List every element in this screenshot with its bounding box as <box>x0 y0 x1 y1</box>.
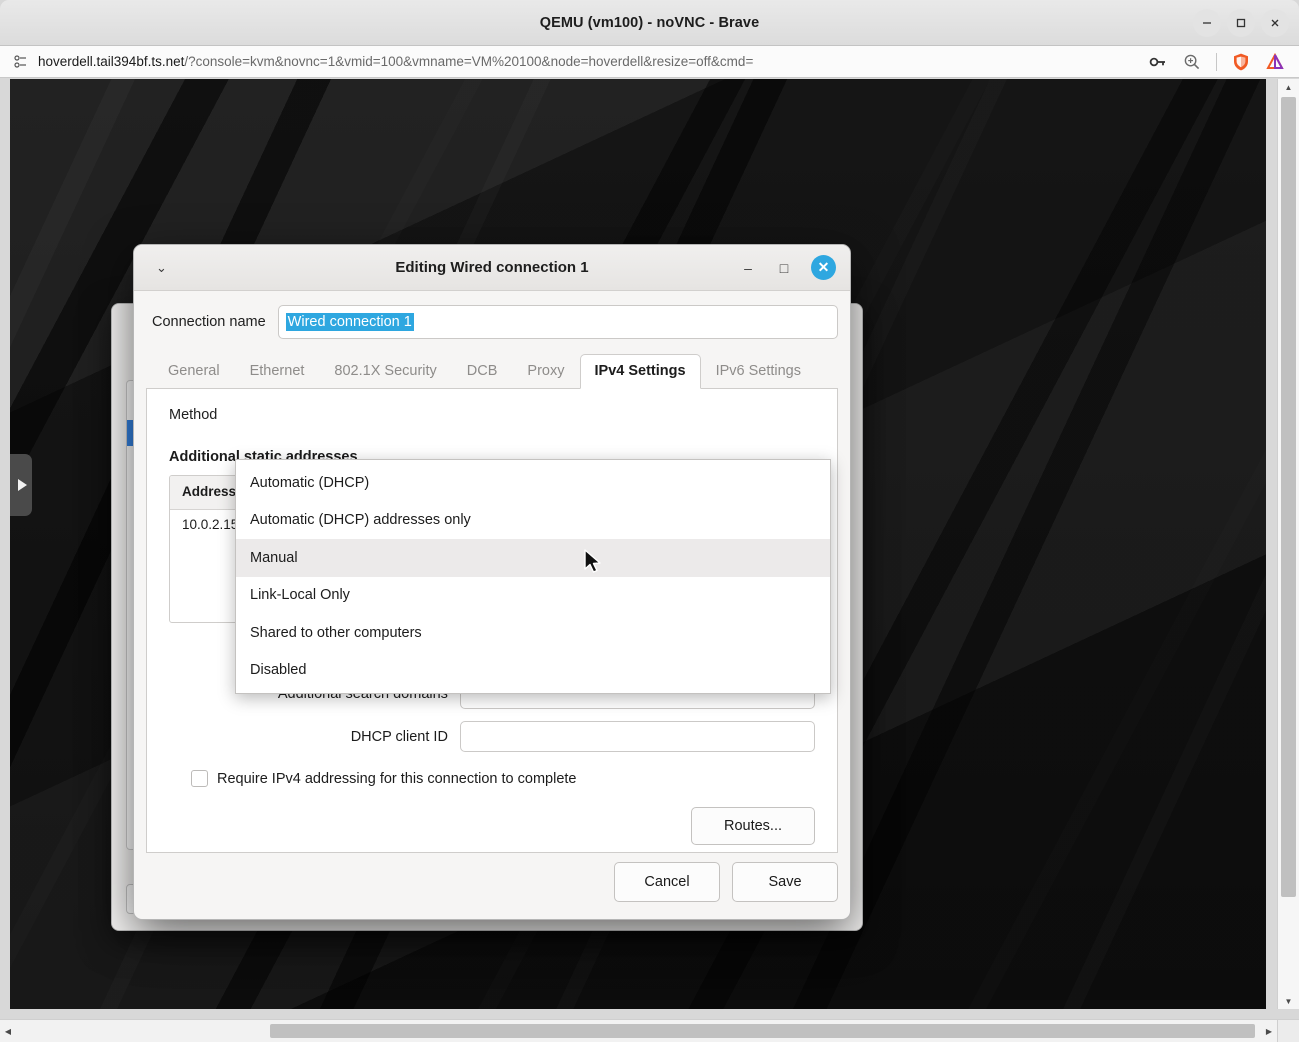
connection-name-value: Wired connection 1 <box>286 313 414 331</box>
method-row: Method <box>169 407 815 423</box>
dialog-titlebar: ⌄ Editing Wired connection 1 – □ ✕ <box>134 245 850 291</box>
urlbar-action-icons <box>1148 52 1289 72</box>
scroll-left-arrow[interactable]: ◀ <box>0 1027 16 1036</box>
dialog-minimize-button[interactable]: – <box>739 261 757 275</box>
tab-8021x-security[interactable]: 802.1X Security <box>319 354 451 389</box>
chevron-down-icon[interactable]: ⌄ <box>156 260 167 276</box>
browser-window-controls <box>1193 9 1289 37</box>
brave-rewards-icon[interactable] <box>1265 52 1285 72</box>
method-dropdown-popup[interactable]: Automatic (DHCP) Automatic (DHCP) addres… <box>235 459 831 694</box>
method-option-disabled[interactable]: Disabled <box>236 652 830 690</box>
tab-dcb[interactable]: DCB <box>452 354 513 389</box>
site-permissions-icon[interactable] <box>10 54 32 70</box>
require-ipv4-checkbox[interactable] <box>191 770 208 787</box>
tab-general[interactable]: General <box>153 354 235 389</box>
routes-button[interactable]: Routes... <box>691 807 815 845</box>
browser-minimize-button[interactable] <box>1193 9 1221 37</box>
browser-url-bar[interactable]: hoverdell.tail394bf.ts.net/?console=kvm&… <box>0 46 1299 78</box>
cancel-button[interactable]: Cancel <box>614 862 720 902</box>
require-ipv4-label: Require IPv4 addressing for this connect… <box>217 771 576 787</box>
dialog-window-controls: – □ ✕ <box>739 255 836 280</box>
dialog-close-button[interactable]: ✕ <box>811 255 836 280</box>
edit-connection-dialog[interactable]: ⌄ Editing Wired connection 1 – □ ✕ Conne… <box>133 244 851 920</box>
dialog-footer: Cancel Save <box>134 845 850 919</box>
method-option-automatic-dhcp[interactable]: Automatic (DHCP) <box>236 464 830 502</box>
url-path: /?console=kvm&novnc=1&vmid=100&vmname=VM… <box>184 54 753 69</box>
method-option-shared-to-other-computers[interactable]: Shared to other computers <box>236 614 830 652</box>
dhcp-client-id-row: DHCP client ID <box>169 721 815 752</box>
chevron-right-icon <box>18 479 27 491</box>
scroll-down-arrow[interactable]: ▼ <box>1278 993 1299 1009</box>
dhcp-client-id-input[interactable] <box>460 721 815 752</box>
url-host: hoverdell.tail394bf.ts.net <box>38 54 184 69</box>
connection-name-row: Connection name Wired connection 1 <box>146 305 838 339</box>
brave-shield-icon[interactable] <box>1231 52 1251 72</box>
browser-window-title: QEMU (vm100) - noVNC - Brave <box>540 15 760 31</box>
novnc-panel-handle[interactable] <box>10 454 32 516</box>
connection-name-input[interactable]: Wired connection 1 <box>278 305 838 339</box>
routes-row: Routes... <box>169 807 815 845</box>
dhcp-client-id-label: DHCP client ID <box>169 729 460 745</box>
method-label: Method <box>169 407 241 423</box>
tab-ipv4-settings[interactable]: IPv4 Settings <box>580 354 701 389</box>
vertical-scrollbar-thumb[interactable] <box>1281 97 1296 897</box>
brave-browser-window: QEMU (vm100) - noVNC - Brave hoverdell.t… <box>0 0 1299 1042</box>
toolbar-separator <box>1216 53 1217 71</box>
method-option-manual[interactable]: Manual <box>236 539 830 577</box>
novnc-canvas[interactable]: ▼ ⌄ Editing Wired connection 1 – □ ✕ <box>10 79 1266 1009</box>
require-ipv4-row[interactable]: Require IPv4 addressing for this connect… <box>169 770 815 787</box>
url-text[interactable]: hoverdell.tail394bf.ts.net/?console=kvm&… <box>32 54 1148 69</box>
tab-ipv6-settings[interactable]: IPv6 Settings <box>701 354 816 389</box>
connection-name-label: Connection name <box>146 314 266 330</box>
method-option-automatic-dhcp-addresses-only[interactable]: Automatic (DHCP) addresses only <box>236 502 830 540</box>
browser-titlebar: QEMU (vm100) - noVNC - Brave <box>0 0 1299 46</box>
tab-ethernet[interactable]: Ethernet <box>235 354 320 389</box>
settings-tabs: General Ethernet 802.1X Security DCB Pro… <box>146 353 838 389</box>
scroll-right-arrow[interactable]: ▶ <box>1261 1027 1277 1036</box>
scroll-up-arrow[interactable]: ▲ <box>1278 79 1299 95</box>
zoom-icon[interactable] <box>1182 52 1202 72</box>
dialog-maximize-button[interactable]: □ <box>775 261 793 275</box>
scrollbar-corner <box>1277 1019 1299 1042</box>
horizontal-scrollbar[interactable]: ◀ ▶ <box>0 1019 1277 1042</box>
tab-proxy[interactable]: Proxy <box>512 354 579 389</box>
key-icon[interactable] <box>1148 52 1168 72</box>
vertical-scrollbar[interactable]: ▲ ▼ <box>1277 79 1299 1009</box>
browser-maximize-button[interactable] <box>1227 9 1255 37</box>
browser-close-button[interactable] <box>1261 9 1289 37</box>
save-button[interactable]: Save <box>732 862 838 902</box>
method-option-link-local-only[interactable]: Link-Local Only <box>236 577 830 615</box>
horizontal-scrollbar-thumb[interactable] <box>270 1024 1255 1038</box>
